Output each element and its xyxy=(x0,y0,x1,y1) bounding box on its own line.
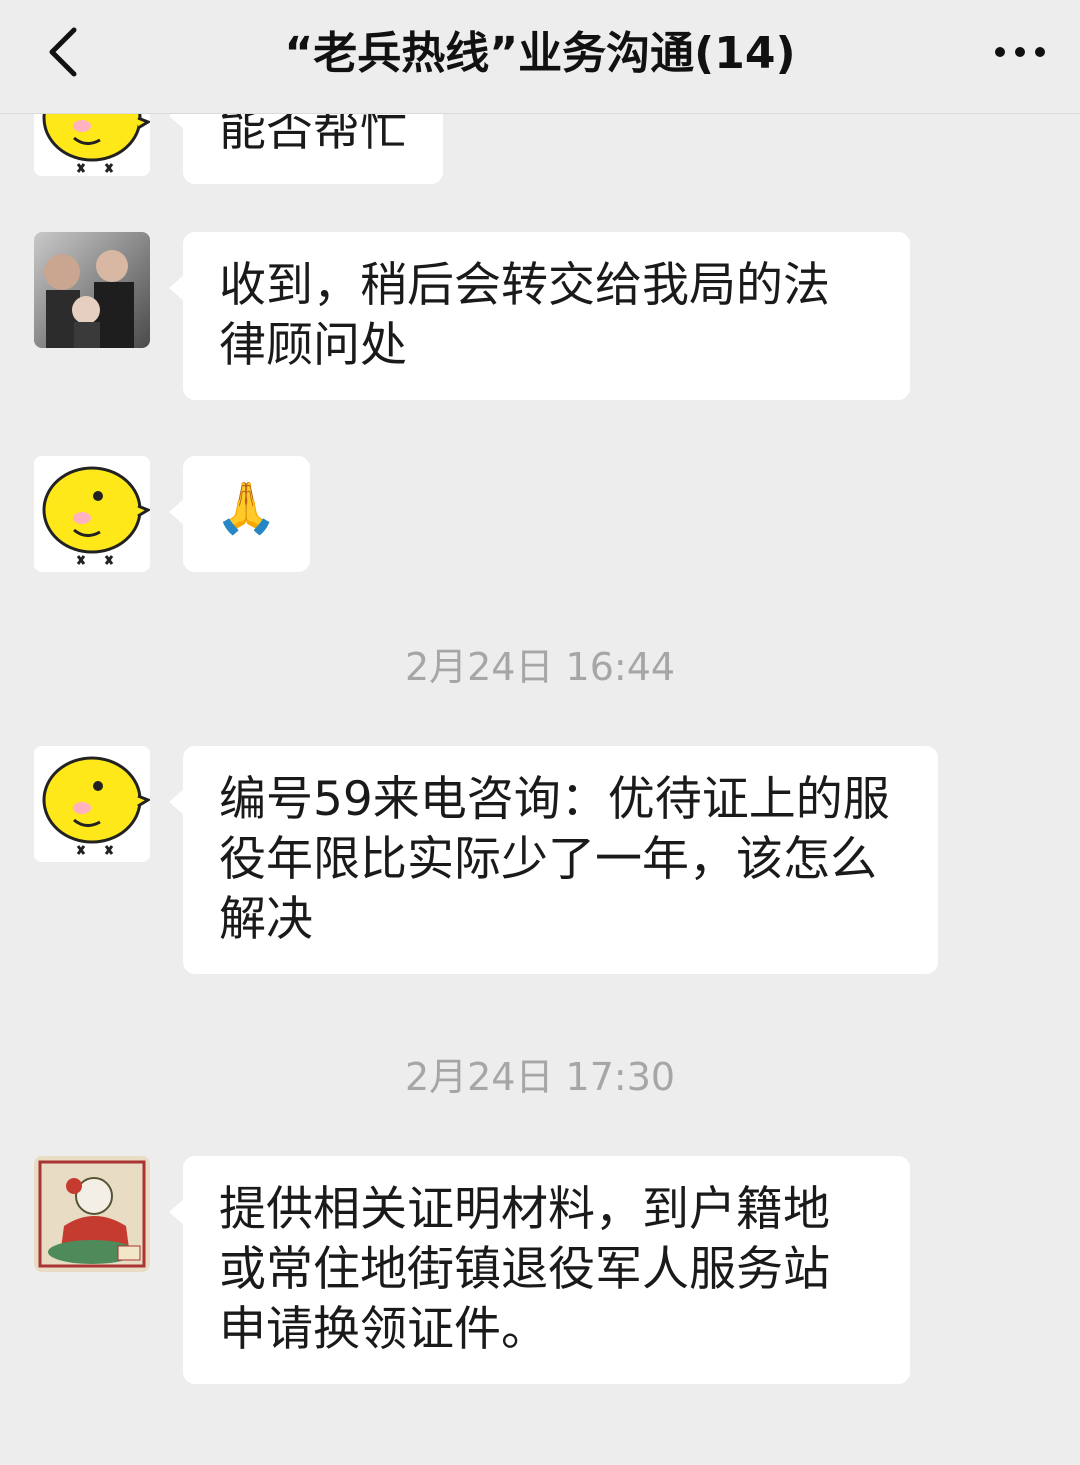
chat-title: “老兵热线”业务沟通(14) xyxy=(284,28,796,79)
message-text: 提供相关证明材料，到户籍地或常住地街镇退役军人服务站申请换领证件。 xyxy=(219,1182,830,1357)
chick-avatar[interactable] xyxy=(34,456,150,572)
more-dots-icon[interactable] xyxy=(990,22,1050,82)
timestamp: 2月24日 16:44 xyxy=(404,645,676,689)
chat-area: 能否帮忙 收到，稍后会转交给我局的法律顾问处 🙏 2月24日 16:44 编号5… xyxy=(0,114,1080,1465)
message-bubble[interactable]: 🙏 xyxy=(169,456,310,572)
illustration-avatar[interactable] xyxy=(34,1156,150,1272)
chick-avatar[interactable] xyxy=(34,114,150,176)
message-bubble[interactable]: 能否帮忙 xyxy=(169,114,443,184)
message-bubble[interactable]: 收到，稍后会转交给我局的法律顾问处 xyxy=(169,232,910,400)
navigation-bar: “老兵热线”业务沟通(14) xyxy=(0,0,1080,114)
chevron-left-icon[interactable] xyxy=(36,22,96,82)
pray-hands-emoji: 🙏 xyxy=(215,479,278,537)
message-text: 编号59来电咨询：优待证上的服役年限比实际少了一年，该怎么解决 xyxy=(219,772,890,947)
message-bubble[interactable]: 提供相关证明材料，到户籍地或常住地街镇退役军人服务站申请换领证件。 xyxy=(169,1156,910,1384)
chick-avatar[interactable] xyxy=(34,746,150,862)
message-text: 能否帮忙 xyxy=(219,114,407,157)
photo-avatar[interactable] xyxy=(34,232,150,348)
message-bubble[interactable]: 编号59来电咨询：优待证上的服役年限比实际少了一年，该怎么解决 xyxy=(169,746,938,974)
message-text: 收到，稍后会转交给我局的法律顾问处 xyxy=(219,258,830,373)
timestamp: 2月24日 17:30 xyxy=(404,1055,676,1099)
